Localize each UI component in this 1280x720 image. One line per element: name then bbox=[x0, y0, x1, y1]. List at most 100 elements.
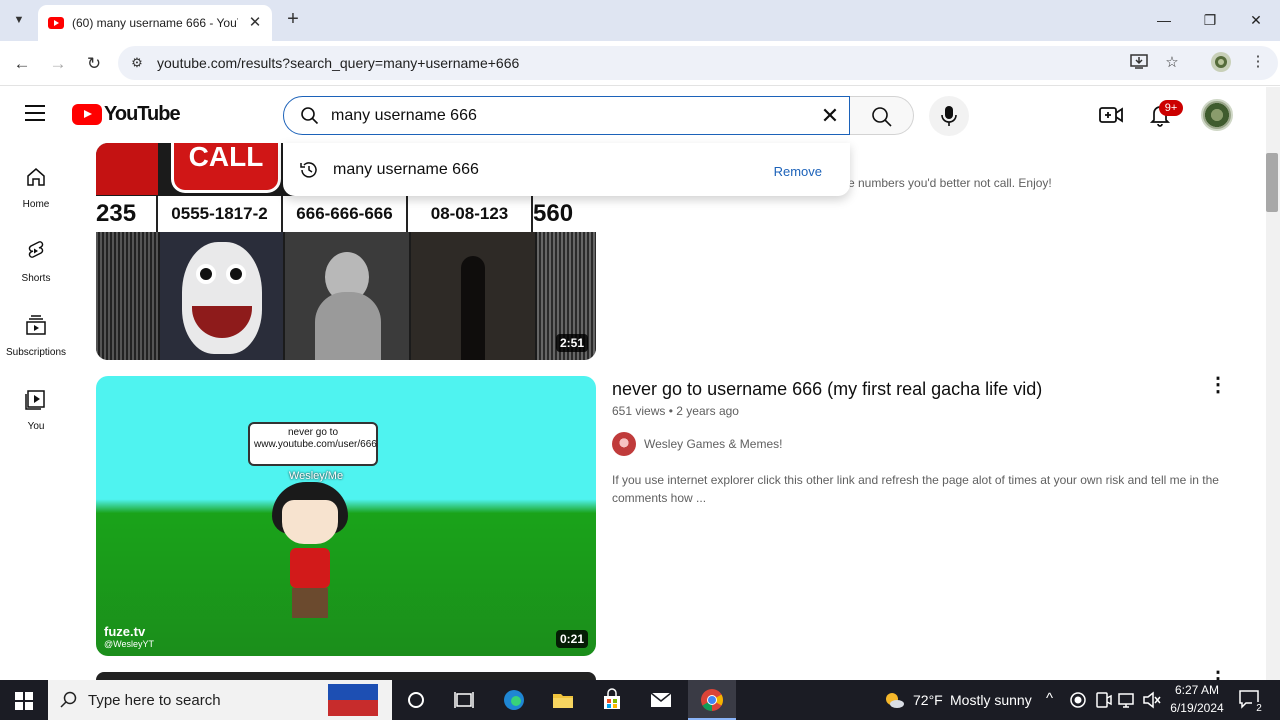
youtube-logo[interactable]: YouTube bbox=[72, 103, 181, 126]
stop-sign-graphic bbox=[96, 143, 158, 195]
account-avatar[interactable] bbox=[1201, 99, 1233, 131]
cortana-icon[interactable] bbox=[404, 688, 428, 712]
site-info-icon[interactable]: ⚙ bbox=[128, 54, 146, 72]
character-pants bbox=[292, 588, 328, 618]
you-library-icon bbox=[25, 390, 45, 410]
windows-logo-icon bbox=[15, 692, 33, 710]
static-noise-panel bbox=[96, 232, 158, 360]
more-actions-icon[interactable]: ⋮ bbox=[1208, 668, 1228, 680]
video-thumbnail-2[interactable]: never go to www.youtube.com/user/666 Wes… bbox=[96, 376, 596, 656]
phone-number: 0555-1817-2 bbox=[158, 196, 283, 232]
guide-item-shorts[interactable]: Shorts bbox=[0, 239, 72, 284]
weather-icon[interactable] bbox=[882, 688, 906, 712]
create-video-icon[interactable] bbox=[1098, 102, 1124, 128]
chrome-taskbar-button[interactable] bbox=[688, 680, 736, 720]
search-highlight-image[interactable] bbox=[328, 684, 378, 716]
guide-label-home: Home bbox=[22, 199, 50, 210]
upload-age: 2 years ago bbox=[676, 404, 739, 418]
phone-number-band: 235 0555-1817-2 666-666-666 08-08-123 56… bbox=[96, 196, 596, 232]
clock-time[interactable]: 6:27 AM bbox=[1166, 683, 1228, 697]
window-close-button[interactable]: ✕ bbox=[1244, 8, 1268, 32]
shorts-icon bbox=[28, 241, 44, 258]
chrome-icon bbox=[701, 689, 723, 711]
suggestion-item[interactable]: many username 666 bbox=[333, 161, 479, 179]
phone-number: 235 bbox=[96, 196, 158, 232]
microsoft-store-icon[interactable] bbox=[600, 688, 624, 712]
channel-link[interactable]: Wesley Games & Memes! bbox=[612, 432, 782, 456]
channel-name[interactable]: Wesley Games & Memes! bbox=[644, 437, 782, 451]
history-icon bbox=[300, 162, 317, 178]
fuze-watermark-handle: @WesleyYT bbox=[104, 639, 154, 649]
file-explorer-icon[interactable] bbox=[551, 688, 575, 712]
guide-menu-icon[interactable] bbox=[25, 105, 45, 121]
video-description-fragment: e numbers you'd better not call. Enjoy! bbox=[848, 176, 1052, 190]
start-button[interactable] bbox=[0, 680, 48, 720]
install-app-icon[interactable] bbox=[1128, 52, 1150, 74]
shadow-figure-panel bbox=[411, 232, 535, 360]
taskbar-search-placeholder[interactable]: Type here to search bbox=[88, 692, 221, 709]
clear-search-icon[interactable]: ✕ bbox=[817, 103, 843, 129]
channel-avatar[interactable] bbox=[612, 432, 636, 456]
youtube-play-icon bbox=[72, 104, 102, 125]
url-text[interactable]: youtube.com/results?search_query=many+us… bbox=[157, 55, 519, 71]
tab-close-icon[interactable]: ✕ bbox=[246, 14, 264, 32]
notification-count-badge: 9+ bbox=[1159, 100, 1183, 116]
guide-item-home[interactable]: Home bbox=[0, 165, 72, 210]
video-meta: 651 views • 2 years ago bbox=[612, 404, 739, 418]
forward-button[interactable]: → bbox=[45, 51, 71, 77]
youtube-favicon-icon bbox=[48, 17, 64, 29]
creepy-face-panel bbox=[160, 232, 283, 360]
more-actions-icon[interactable]: ⋮ bbox=[1208, 374, 1228, 398]
meet-now-icon[interactable] bbox=[1093, 690, 1113, 710]
microphone-icon bbox=[941, 106, 957, 126]
network-icon[interactable] bbox=[1117, 690, 1137, 710]
minimize-button[interactable]: — bbox=[1152, 8, 1176, 32]
address-bar[interactable]: ⚙ youtube.com/results?search_query=many+… bbox=[118, 46, 1278, 80]
bookmark-star-icon[interactable]: ☆ bbox=[1161, 52, 1183, 74]
remove-suggestion-link[interactable]: Remove bbox=[774, 164, 822, 179]
scrollbar-thumb[interactable] bbox=[1266, 153, 1278, 212]
home-icon bbox=[27, 168, 45, 186]
search-query-text[interactable]: many username 666 bbox=[331, 107, 477, 125]
search-button[interactable] bbox=[850, 96, 914, 135]
fuze-watermark: fuze.tv bbox=[104, 624, 146, 639]
guide-label-you: You bbox=[27, 421, 45, 432]
search-input[interactable]: many username 666 ✕ bbox=[283, 96, 850, 135]
back-button[interactable]: ← bbox=[9, 51, 35, 77]
task-view-icon[interactable] bbox=[452, 688, 476, 712]
chrome-menu-icon[interactable]: ⋮ bbox=[1247, 51, 1269, 73]
new-tab-button[interactable]: + bbox=[282, 9, 304, 31]
voice-search-button[interactable] bbox=[929, 96, 969, 136]
phone-number: 666-666-666 bbox=[283, 196, 408, 232]
weather-temperature[interactable]: 72°F bbox=[913, 692, 943, 708]
mail-icon[interactable] bbox=[649, 688, 673, 712]
windows-taskbar: Type here to search 72°F Mostly sunny ^ … bbox=[0, 680, 1280, 720]
browser-toolbar: ← → ↻ ⚙ youtube.com/results?search_query… bbox=[0, 41, 1280, 86]
character-face bbox=[282, 500, 338, 544]
guide-item-you[interactable]: You bbox=[0, 387, 72, 432]
show-hidden-icons-chevron-icon[interactable]: ^ bbox=[1046, 690, 1053, 707]
action-center-count: 2 bbox=[1252, 702, 1266, 716]
tab-search-menu-button[interactable]: ▼ bbox=[8, 9, 30, 31]
volume-muted-icon[interactable] bbox=[1141, 690, 1161, 710]
edge-browser-icon[interactable] bbox=[502, 688, 526, 712]
clock-date[interactable]: 6/19/2024 bbox=[1166, 701, 1228, 715]
speech-bubble: never go to www.youtube.com/user/666 bbox=[248, 422, 378, 466]
call-sign-graphic: CALL bbox=[171, 143, 281, 193]
video-thumbnail-3[interactable] bbox=[96, 672, 596, 680]
search-suggestion-dropdown: many username 666 Remove bbox=[283, 143, 850, 196]
guide-item-subscriptions[interactable]: Subscriptions bbox=[0, 313, 72, 358]
profile-avatar-icon[interactable] bbox=[1210, 51, 1232, 73]
guide-label-subscriptions: Subscriptions bbox=[5, 347, 67, 358]
recording-indicator-icon[interactable] bbox=[1068, 690, 1088, 710]
reload-button[interactable]: ↻ bbox=[81, 51, 107, 77]
video-title[interactable]: never go to username 666 (my first real … bbox=[612, 379, 1042, 400]
taskbar-search-box[interactable]: Type here to search bbox=[48, 680, 392, 720]
restore-button[interactable]: ❐ bbox=[1198, 8, 1222, 32]
youtube-logo-text: YouTube bbox=[104, 103, 181, 125]
browser-tab[interactable]: (60) many username 666 - YouTube ✕ bbox=[38, 5, 272, 41]
pale-creature-panel bbox=[285, 232, 409, 360]
weather-condition[interactable]: Mostly sunny bbox=[950, 692, 1032, 708]
call-sign-text: CALL bbox=[188, 143, 264, 172]
view-count: 651 views bbox=[612, 404, 666, 418]
